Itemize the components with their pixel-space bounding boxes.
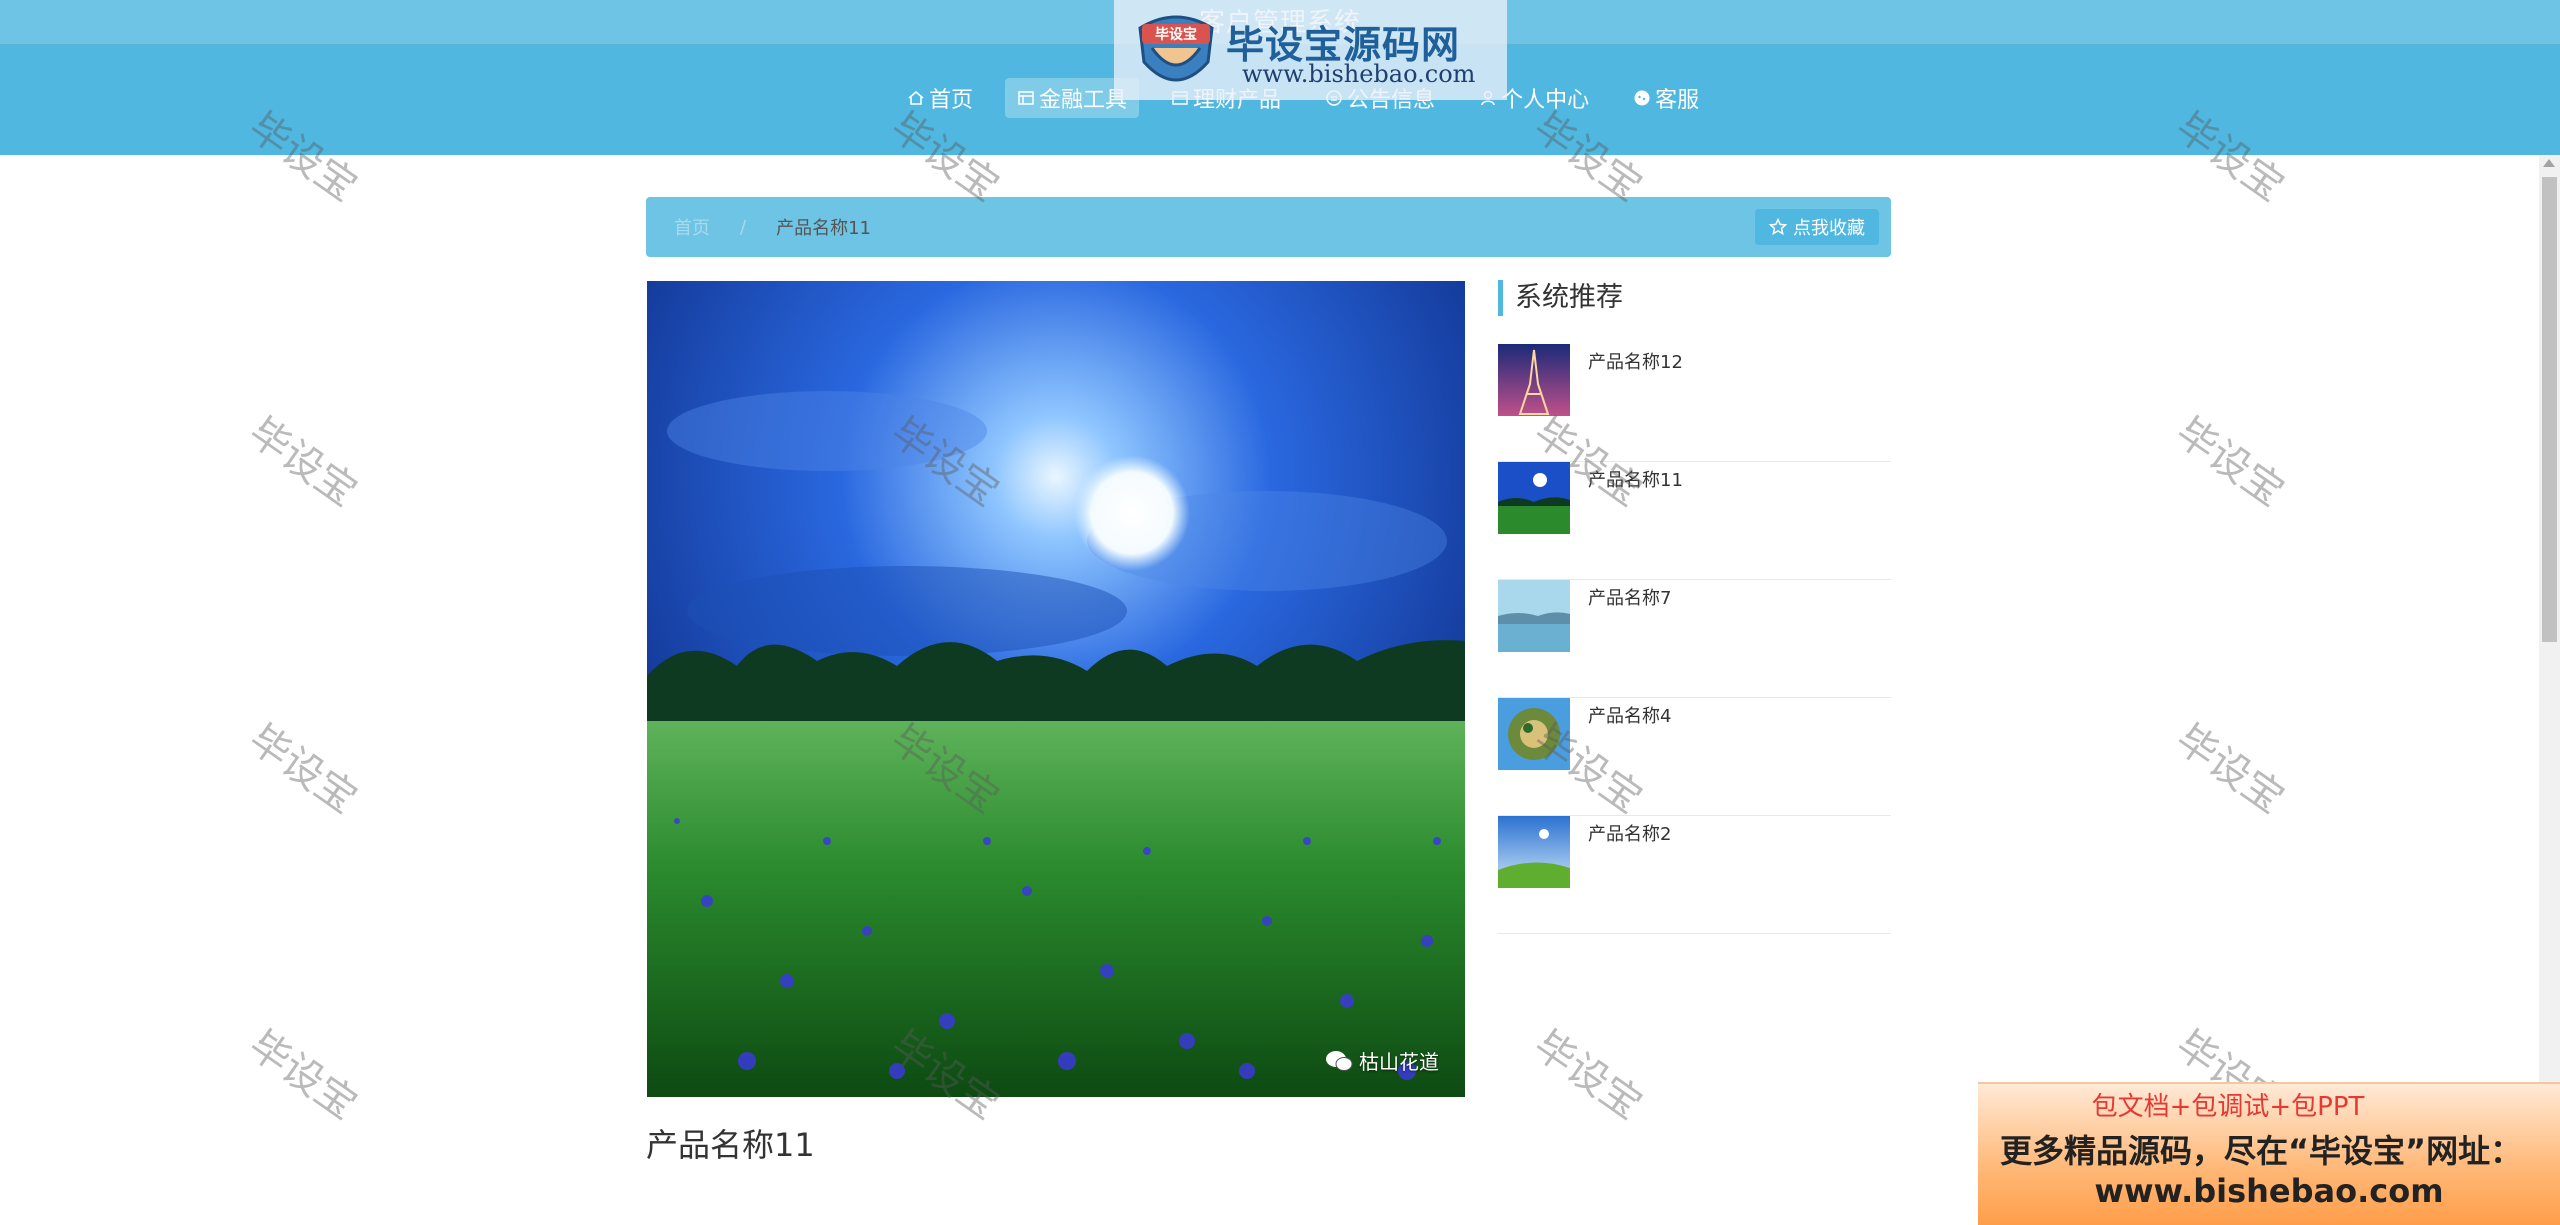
logo-badge-text: 毕设宝: [1155, 26, 1197, 43]
watermark: 毕设宝: [240, 1022, 366, 1129]
nav-item-home[interactable]: 首页: [895, 78, 985, 118]
watermark: 毕设宝: [240, 716, 366, 823]
product-name: 产品名称11: [646, 1126, 815, 1164]
watermark: 毕设宝: [1525, 1022, 1651, 1129]
recommend-item[interactable]: 产品名称11: [1498, 462, 1891, 580]
favorite-button-label: 点我收藏: [1793, 218, 1865, 239]
breadcrumb-current: 产品名称11: [776, 218, 871, 239]
watermark: 毕设宝: [2167, 409, 2293, 516]
logo-url: www.bishebao.com: [1242, 60, 1476, 88]
logo-badge-icon: 毕设宝: [1138, 15, 1214, 82]
wechat-icon: [1326, 1050, 1353, 1071]
moon-meadow-thumbnail[interactable]: [1498, 462, 1570, 534]
recommend-item-label[interactable]: 产品名称12: [1588, 348, 1683, 374]
recommend-item[interactable]: 产品名称2: [1498, 816, 1891, 934]
star-icon: [1769, 218, 1787, 236]
home-icon: [908, 90, 924, 105]
lake-thumbnail[interactable]: [1498, 580, 1570, 652]
nav-label: 首页: [929, 88, 974, 113]
recommend-item[interactable]: 产品名称4: [1498, 698, 1891, 816]
scrollbar-thumb[interactable]: [2542, 177, 2557, 642]
eiffel-tower-thumbnail[interactable]: [1498, 344, 1570, 416]
watermark: 毕设宝: [2167, 716, 2293, 823]
image-caption-text: 枯山花道: [1359, 1050, 1439, 1074]
breadcrumb: 首页 / 产品名称11 点我收藏: [646, 197, 1891, 257]
recommend-title: 系统推荐: [1498, 280, 1623, 316]
promo-banner: 包文档+包调试+包PPT 更多精品源码，尽在“毕设宝”网址： www.bishe…: [1978, 1082, 2560, 1225]
recommend-item-label[interactable]: 产品名称7: [1588, 584, 1671, 610]
image-caption: 枯山花道: [1325, 1046, 1439, 1075]
sky-field-thumbnail[interactable]: [1498, 816, 1570, 888]
nav-item-customer-service[interactable]: 客服: [1621, 78, 1711, 118]
tiny-planet-thumbnail[interactable]: [1498, 698, 1570, 770]
site-logo-watermark: 毕设宝 毕设宝源码网 www.bishebao.com: [1114, 0, 1507, 100]
scroll-up-arrow-icon[interactable]: [2543, 159, 2555, 167]
promo-line1: 包文档+包调试+包PPT: [2091, 1092, 2365, 1122]
recommend-item[interactable]: 产品名称7: [1498, 580, 1891, 698]
product-image: 枯山花道: [647, 281, 1465, 1097]
breadcrumb-separator: /: [740, 216, 747, 238]
breadcrumb-home-link[interactable]: 首页: [674, 214, 710, 240]
promo-line2: 更多精品源码，尽在“毕设宝”网址：: [2000, 1132, 2523, 1170]
watermark: 毕设宝: [240, 409, 366, 516]
nav-label: 个人中心: [1501, 88, 1590, 113]
grid-icon: [1018, 91, 1034, 105]
recommend-item-label[interactable]: 产品名称2: [1588, 820, 1671, 846]
recommend-item[interactable]: 产品名称12: [1498, 344, 1891, 462]
chat-icon: [1634, 90, 1650, 106]
nav-label: 客服: [1655, 88, 1700, 113]
favorite-button[interactable]: 点我收藏: [1755, 209, 1879, 245]
page-scrollbar[interactable]: [2539, 155, 2560, 1223]
recommend-item-label[interactable]: 产品名称4: [1588, 702, 1671, 728]
recommend-list: 产品名称12 产品名称11 产品名称7 产品名称4 产品名称2: [1498, 344, 1891, 934]
promo-url: www.bishebao.com: [2094, 1172, 2444, 1210]
recommend-item-label[interactable]: 产品名称11: [1588, 466, 1683, 492]
